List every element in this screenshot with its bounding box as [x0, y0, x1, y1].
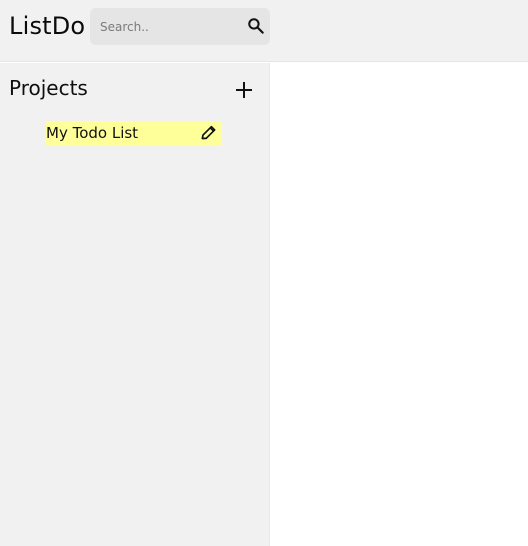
search-input[interactable]: [100, 16, 240, 37]
project-item-label: My Todo List: [46, 124, 139, 142]
edit-project-button[interactable]: [199, 123, 219, 143]
project-item-my-todo-list[interactable]: My Todo List: [46, 121, 222, 145]
top-bar: ListDo: [0, 0, 528, 62]
plus-icon: [236, 82, 252, 98]
add-project-button[interactable]: [232, 78, 256, 102]
main-content-area: [270, 63, 528, 546]
search-bar[interactable]: [90, 8, 270, 45]
projects-heading: Projects: [9, 76, 88, 100]
search-icon[interactable]: [246, 16, 266, 36]
pencil-icon: [201, 125, 216, 140]
project-sidebar: Projects My Todo List: [0, 63, 270, 546]
listdo-app: ListDo Projects My Todo List: [0, 0, 528, 546]
app-title: ListDo: [9, 12, 86, 40]
